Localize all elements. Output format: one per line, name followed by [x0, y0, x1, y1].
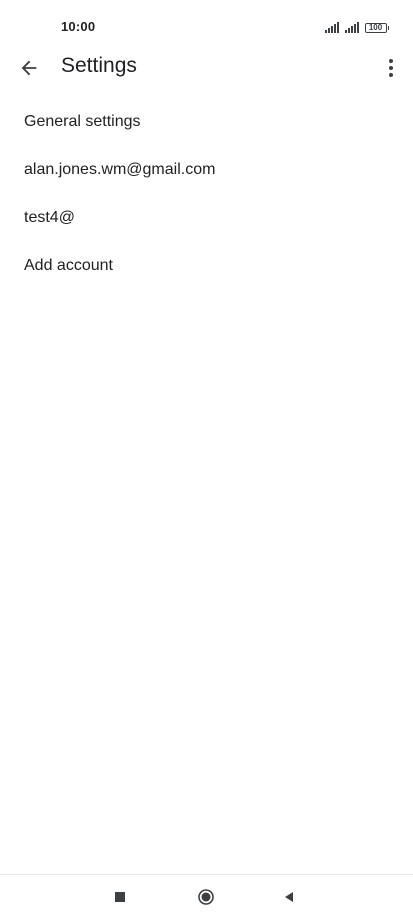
more-options-button[interactable]	[383, 55, 399, 81]
home-button[interactable]	[194, 885, 218, 909]
settings-list: General settings alan.jones.wm@gmail.com…	[0, 98, 413, 290]
more-vert-icon	[389, 59, 393, 77]
back-button[interactable]	[16, 55, 42, 81]
home-circle-icon	[198, 889, 214, 905]
status-time: 10:00	[61, 19, 96, 34]
battery-level: 100	[364, 22, 387, 33]
nav-back-button[interactable]	[277, 885, 301, 909]
signal-icon	[324, 22, 339, 33]
add-account-item[interactable]: Add account	[0, 242, 413, 290]
status-bar: 10:00 100	[0, 0, 413, 50]
status-icons: 100	[324, 21, 389, 33]
account-item-test4[interactable]: test4@	[0, 194, 413, 242]
back-triangle-icon	[285, 892, 293, 902]
arrow-back-icon	[21, 60, 37, 76]
account-item-alan-jones[interactable]: alan.jones.wm@gmail.com	[0, 146, 413, 194]
general-settings-item[interactable]: General settings	[0, 98, 413, 146]
recents-square-icon	[115, 892, 125, 902]
battery-icon: 100	[364, 22, 389, 33]
system-nav-bar	[0, 874, 413, 919]
recents-button[interactable]	[108, 885, 132, 909]
app-bar: Settings	[0, 50, 413, 88]
signal-icon	[344, 22, 359, 33]
page-title: Settings	[61, 54, 137, 77]
